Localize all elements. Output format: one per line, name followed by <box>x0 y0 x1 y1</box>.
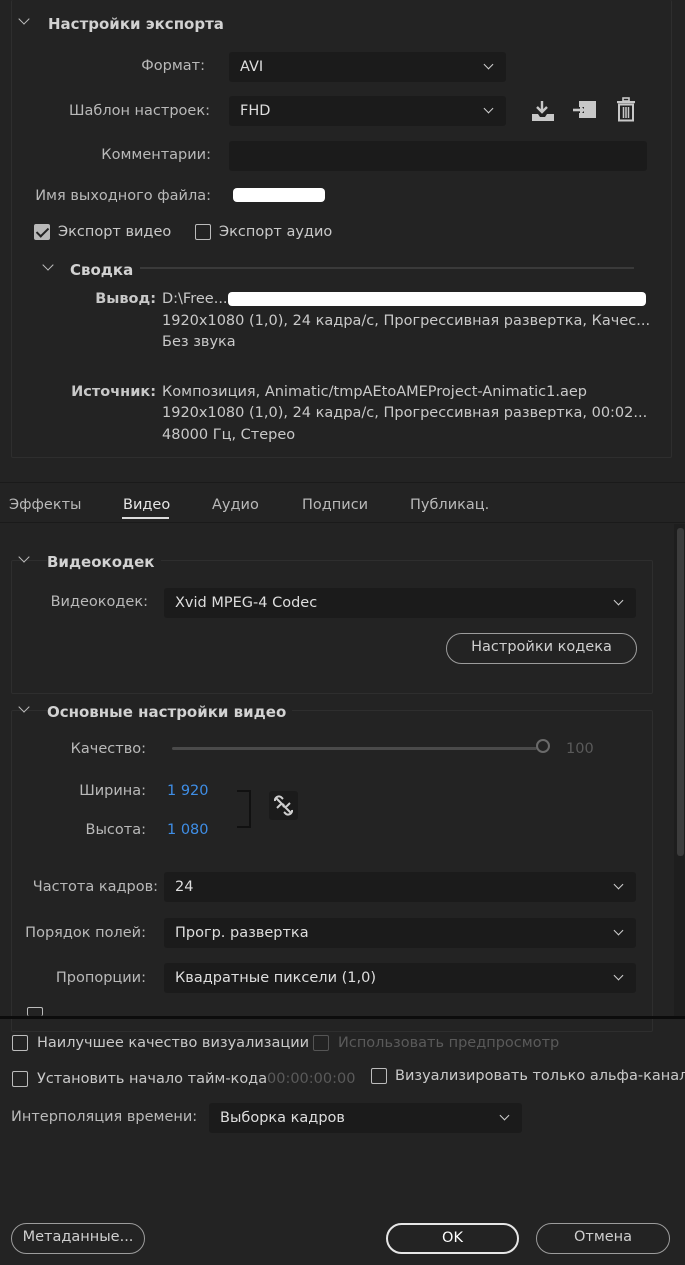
codec-label: Видеокодек: <box>50 594 148 610</box>
format-dropdown[interactable]: AVI <box>229 52 506 82</box>
summary-title: Сводка <box>70 261 134 279</box>
output-line2: 1920x1080 (1,0), 24 кадра/с, Прогрессивн… <box>162 313 651 329</box>
codec-value: Xvid MPEG-4 Codec <box>175 595 318 611</box>
aspect-dropdown[interactable]: Квадратные пиксели (1,0) <box>164 963 636 993</box>
tab-captions[interactable]: Подписи <box>302 497 368 513</box>
preset-value: FHD <box>240 103 271 119</box>
chevron-down-icon <box>613 879 624 890</box>
format-value: AVI <box>240 59 264 75</box>
constrain-proportions-button[interactable] <box>269 791 298 820</box>
summary-divider <box>140 267 634 269</box>
max-render-quality-checkbox[interactable] <box>12 1035 28 1051</box>
field-order-label: Порядок полей: <box>25 925 146 941</box>
max-render-quality-label: Наилучшее качество визуализации <box>37 1035 310 1051</box>
chevron-down-icon <box>613 595 624 606</box>
basic-video-title: Основные настройки видео <box>47 703 293 721</box>
field-order-value: Прогр. развертка <box>175 925 309 941</box>
metadata-button[interactable]: Метаданные... <box>11 1223 145 1254</box>
aspect-value: Квадратные пиксели (1,0) <box>175 970 376 986</box>
preset-dropdown[interactable]: FHD <box>229 96 506 126</box>
aspect-label: Пропорции: <box>55 970 146 986</box>
framerate-dropdown[interactable]: 24 <box>164 872 636 902</box>
video-codec-title: Видеокодек <box>47 553 161 571</box>
comments-input[interactable] <box>229 141 647 171</box>
framerate-label: Частота кадров: <box>32 879 158 895</box>
link-icon <box>273 795 294 816</box>
chevron-down-icon <box>483 59 494 70</box>
framerate-value: 24 <box>175 879 194 895</box>
save-preset-icon[interactable] <box>530 99 556 123</box>
render-alpha-checkbox[interactable] <box>371 1068 387 1084</box>
set-start-timecode-checkbox[interactable] <box>12 1071 28 1087</box>
quality-slider-handle[interactable] <box>536 739 550 753</box>
tab-video[interactable]: Видео <box>123 497 170 513</box>
output-name-label: Имя выходного файла: <box>35 188 211 204</box>
export-video-checkbox[interactable] <box>34 224 50 240</box>
cancel-button[interactable]: Отмена <box>536 1223 670 1254</box>
quality-label: Качество: <box>70 741 146 757</box>
partial-checkbox[interactable] <box>27 1007 43 1016</box>
bottom-divider <box>0 1016 685 1019</box>
tabs-bottom-border <box>0 522 685 523</box>
dimension-link-bracket <box>237 790 251 828</box>
chevron-down-icon <box>499 1110 510 1121</box>
time-interp-dropdown[interactable]: Выборка кадров <box>209 1103 522 1133</box>
use-previews-checkbox[interactable] <box>313 1035 329 1051</box>
quality-value: 100 <box>566 741 594 757</box>
output-path-redacted <box>228 292 646 306</box>
width-label: Ширина: <box>79 783 146 799</box>
output-label: Вывод: <box>95 291 156 307</box>
tab-video-underline <box>122 517 169 519</box>
time-interp-value: Выборка кадров <box>220 1110 345 1126</box>
export-audio-checkbox[interactable] <box>195 224 211 240</box>
format-label: Формат: <box>141 58 205 74</box>
source-line3: 48000 Гц, Стерео <box>162 427 296 443</box>
preset-label: Шаблон настроек: <box>69 103 210 119</box>
chevron-down-icon <box>483 103 494 114</box>
height-label: Высота: <box>85 822 146 838</box>
time-interp-label: Интерполяция времени: <box>11 1109 198 1125</box>
source-line2: 1920x1080 (1,0), 24 кадра/с, Прогрессивн… <box>162 405 648 421</box>
output-name-link[interactable] <box>233 188 325 202</box>
set-start-timecode-label: Установить начало тайм-кода <box>37 1071 268 1087</box>
ok-button[interactable]: OK <box>386 1223 519 1254</box>
export-settings-title: Настройки экспорта <box>48 15 224 33</box>
chevron-down-icon <box>613 970 624 981</box>
source-line1: Композиция, Animatic/tmpAEtoAMEProject-A… <box>162 384 587 400</box>
codec-dropdown[interactable]: Xvid MPEG-4 Codec <box>164 588 636 618</box>
timecode-value[interactable]: 00:00:00:00 <box>267 1071 355 1087</box>
use-previews-label: Использовать предпросмотр <box>338 1035 560 1051</box>
export-video-label: Экспорт видео <box>58 224 172 240</box>
output-line1: D:\Free... <box>162 291 228 307</box>
source-label: Источник: <box>71 384 156 400</box>
video-codec-panel <box>11 560 653 694</box>
chevron-down-icon <box>613 925 624 936</box>
codec-settings-button[interactable]: Настройки кодека <box>446 633 637 664</box>
tab-effects[interactable]: Эффекты <box>9 497 82 513</box>
tabs-top-border <box>0 482 685 483</box>
field-order-dropdown[interactable]: Прогр. развертка <box>164 918 636 948</box>
width-value[interactable]: 1 920 <box>167 783 209 799</box>
import-preset-icon[interactable] <box>572 99 598 123</box>
tab-publish[interactable]: Публикац. <box>410 497 489 513</box>
tab-audio[interactable]: Аудио <box>212 497 259 513</box>
output-line3: Без звука <box>162 334 236 350</box>
export-audio-label: Экспорт аудио <box>219 224 333 240</box>
comments-label: Комментарии: <box>101 147 211 163</box>
trash-icon[interactable] <box>614 97 638 123</box>
render-alpha-label: Визуализировать только альфа-канал <box>395 1068 685 1084</box>
scrollbar-thumb[interactable] <box>677 528 684 856</box>
height-value[interactable]: 1 080 <box>167 822 209 838</box>
quality-slider-track[interactable] <box>172 747 537 750</box>
